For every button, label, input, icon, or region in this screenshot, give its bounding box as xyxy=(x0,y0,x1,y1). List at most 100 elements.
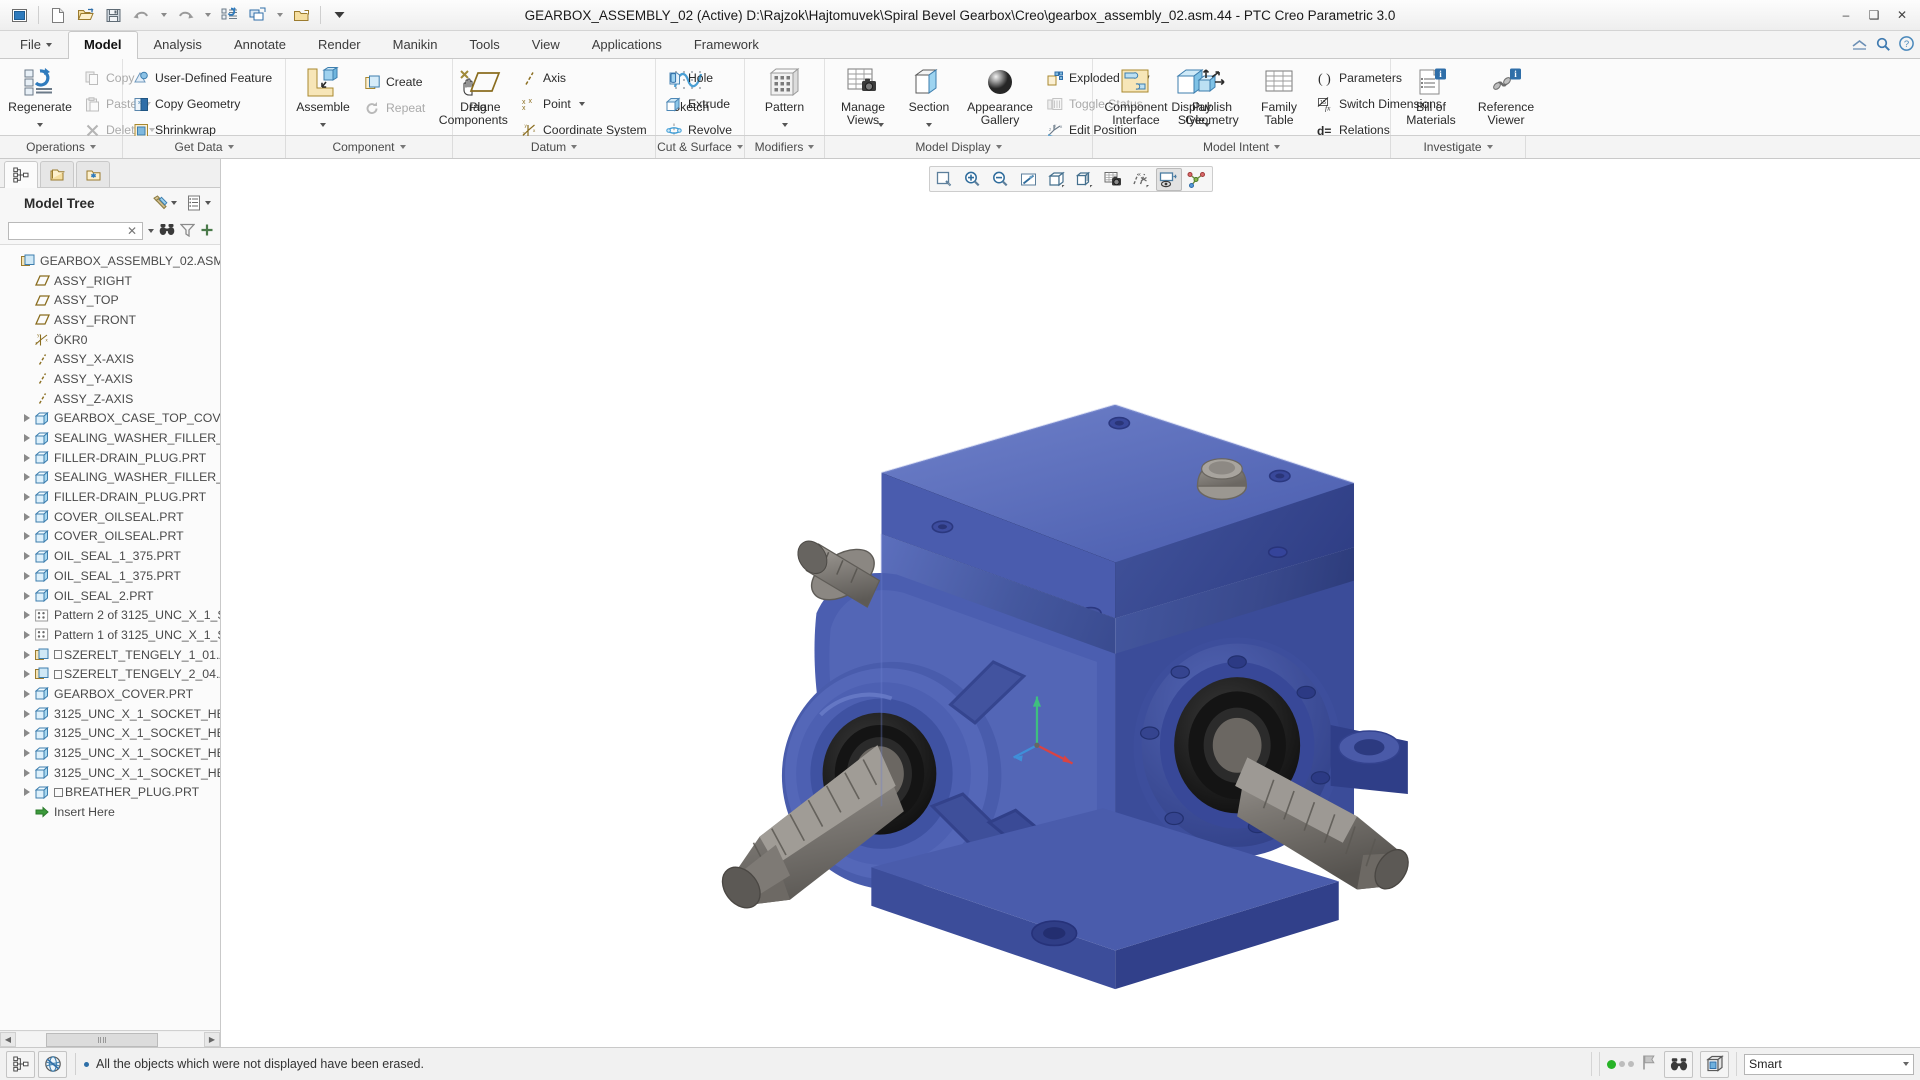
scroll-thumb[interactable] xyxy=(46,1032,158,1047)
display-style-icon[interactable] xyxy=(1044,168,1070,191)
scroll-right-arrow[interactable]: ▶ xyxy=(204,1031,220,1047)
minimize-ribbon-icon[interactable] xyxy=(1852,38,1867,53)
expand-arrow-icon[interactable] xyxy=(20,453,34,462)
save-icon[interactable] xyxy=(100,2,127,28)
repeat-button[interactable]: Repeat xyxy=(359,95,432,121)
tab-render[interactable]: Render xyxy=(302,31,377,58)
tree-row[interactable]: ASSY_Z-AXIS xyxy=(0,389,220,409)
group-label-modifiers[interactable]: Modifiers xyxy=(745,136,825,158)
appearance-gallery-button[interactable]: Appearance Gallery xyxy=(960,63,1040,130)
tree-row[interactable]: SEALING_WASHER_FILLER_PLU xyxy=(0,468,220,488)
expand-arrow-icon[interactable] xyxy=(20,552,34,561)
tab-analysis[interactable]: Analysis xyxy=(138,31,218,58)
tab-model[interactable]: Model xyxy=(67,31,138,59)
saved-orientations-icon[interactable] xyxy=(1072,168,1098,191)
tree-row[interactable]: ASSY_RIGHT xyxy=(0,271,220,291)
group-label-get-data[interactable]: Get Data xyxy=(123,136,286,158)
window-dropdown-caret[interactable] xyxy=(272,2,287,28)
expand-arrow-icon[interactable] xyxy=(20,729,34,738)
bill-of-materials-button[interactable]: i Bill of Materials xyxy=(1394,63,1468,130)
expand-arrow-icon[interactable] xyxy=(20,512,34,521)
tree-row[interactable]: GEARBOX_CASE_TOP_COVER.P xyxy=(0,409,220,429)
tree-row[interactable]: SZERELT_TENGELY_1_01.ASM xyxy=(0,645,220,665)
tree-row[interactable]: y z x ÖKR0 xyxy=(0,330,220,350)
window-manager-icon[interactable] xyxy=(244,2,271,28)
tree-row[interactable]: OIL_SEAL_1_375.PRT xyxy=(0,566,220,586)
tree-row[interactable]: OIL_SEAL_2.PRT xyxy=(0,586,220,606)
group-label-component[interactable]: Component xyxy=(286,136,453,158)
find-icon[interactable] xyxy=(159,223,175,240)
axis-button[interactable]: Axis xyxy=(516,65,654,91)
group-label-operations[interactable]: Operations xyxy=(0,136,123,158)
create-button[interactable]: Create xyxy=(359,69,432,95)
scroll-track[interactable] xyxy=(16,1031,204,1047)
expand-arrow-icon[interactable] xyxy=(20,650,34,659)
datum-display-filters-icon[interactable]: x xyxy=(1128,168,1154,191)
tree-row[interactable]: BREATHER_PLUG.PRT xyxy=(0,783,220,803)
expand-arrow-icon[interactable] xyxy=(20,768,34,777)
browser-toggle-icon[interactable] xyxy=(38,1050,67,1078)
close-button[interactable]: ✕ xyxy=(1888,4,1916,26)
filter-icon[interactable] xyxy=(179,223,196,240)
tab-framework[interactable]: Framework xyxy=(678,31,775,58)
tab-view[interactable]: View xyxy=(516,31,576,58)
tree-row[interactable]: ASSY_TOP xyxy=(0,290,220,310)
family-table-button[interactable]: Family Table xyxy=(1248,63,1310,130)
clear-search-icon[interactable]: ✕ xyxy=(125,224,139,238)
tree-row[interactable]: ASSY_X-AXIS xyxy=(0,349,220,369)
tree-row[interactable]: GEARBOX_ASSEMBLY_02.ASM xyxy=(0,251,220,271)
tree-row[interactable]: COVER_OILSEAL.PRT xyxy=(0,527,220,547)
group-label-investigate[interactable]: Investigate xyxy=(1391,136,1526,158)
close-window-icon[interactable] xyxy=(288,2,315,28)
flag-icon[interactable] xyxy=(1641,1054,1657,1074)
expand-arrow-icon[interactable] xyxy=(20,532,34,541)
open-file-icon[interactable] xyxy=(72,2,99,28)
spin-center-icon[interactable] xyxy=(1184,168,1210,191)
display-list-button[interactable] xyxy=(184,192,214,215)
tree-row[interactable]: Insert Here xyxy=(0,802,220,822)
user-defined-feature-button[interactable]: User-Defined Feature xyxy=(128,65,279,91)
tree-row[interactable]: ASSY_FRONT xyxy=(0,310,220,330)
minimize-button[interactable]: – xyxy=(1832,4,1860,26)
regenerate-button[interactable]: Regenerate xyxy=(3,63,77,133)
expand-arrow-icon[interactable] xyxy=(20,749,34,758)
tab-applications[interactable]: Applications xyxy=(576,31,678,58)
tree-row[interactable]: OIL_SEAL_1_375.PRT xyxy=(0,546,220,566)
redo-icon[interactable] xyxy=(172,2,199,28)
component-interface-button[interactable]: Component Interface xyxy=(1096,63,1176,130)
search-input[interactable]: ✕ xyxy=(8,222,143,240)
tree-row[interactable]: SZERELT_TENGELY_2_04.ASM xyxy=(0,664,220,684)
favorites-tab[interactable] xyxy=(76,161,110,187)
expand-arrow-icon[interactable] xyxy=(20,493,34,502)
search-input-field[interactable] xyxy=(12,224,125,238)
tab-tools[interactable]: Tools xyxy=(453,31,515,58)
expand-arrow-icon[interactable] xyxy=(20,414,34,423)
graphics-window[interactable]: x xyxy=(221,159,1920,1047)
tree-row[interactable]: 3125_UNC_X_1_SOCKET_HEAD_ xyxy=(0,743,220,763)
tree-row[interactable]: ASSY_Y-AXIS xyxy=(0,369,220,389)
search-icon[interactable] xyxy=(1876,37,1890,54)
group-label-datum[interactable]: Datum xyxy=(453,136,656,158)
publish-geometry-button[interactable]: Publish Geometry xyxy=(1176,63,1248,130)
manage-views-button[interactable]: Manage Views xyxy=(828,63,898,133)
tree-row[interactable]: FILLER-DRAIN_PLUG.PRT xyxy=(0,487,220,507)
expand-arrow-icon[interactable] xyxy=(20,434,34,443)
active-window-icon[interactable] xyxy=(1700,1050,1729,1078)
regenerate-icon[interactable] xyxy=(216,2,243,28)
hole-button[interactable]: Hole xyxy=(661,65,739,91)
expand-arrow-icon[interactable] xyxy=(20,670,34,679)
tree-row[interactable]: 3125_UNC_X_1_SOCKET_HEAD_ xyxy=(0,724,220,744)
expand-arrow-icon[interactable] xyxy=(20,611,34,620)
tree-row[interactable]: COVER_OILSEAL.PRT xyxy=(0,507,220,527)
group-label-model-display[interactable]: Model Display xyxy=(825,136,1093,158)
find-icon[interactable] xyxy=(1664,1050,1693,1078)
model-tree-horizontal-scrollbar[interactable]: ◀ ▶ xyxy=(0,1030,220,1047)
refit-icon[interactable] xyxy=(932,168,958,191)
tab-file[interactable]: File xyxy=(4,31,68,58)
tree-row[interactable]: FILLER-DRAIN_PLUG.PRT xyxy=(0,448,220,468)
settings-tools-button[interactable] xyxy=(149,192,180,215)
qat-overflow-caret[interactable] xyxy=(326,2,353,28)
maximize-button[interactable]: ❑ xyxy=(1860,4,1888,26)
point-button[interactable]: xxx Point xyxy=(516,91,654,117)
pattern-button[interactable]: Pattern xyxy=(751,63,819,133)
